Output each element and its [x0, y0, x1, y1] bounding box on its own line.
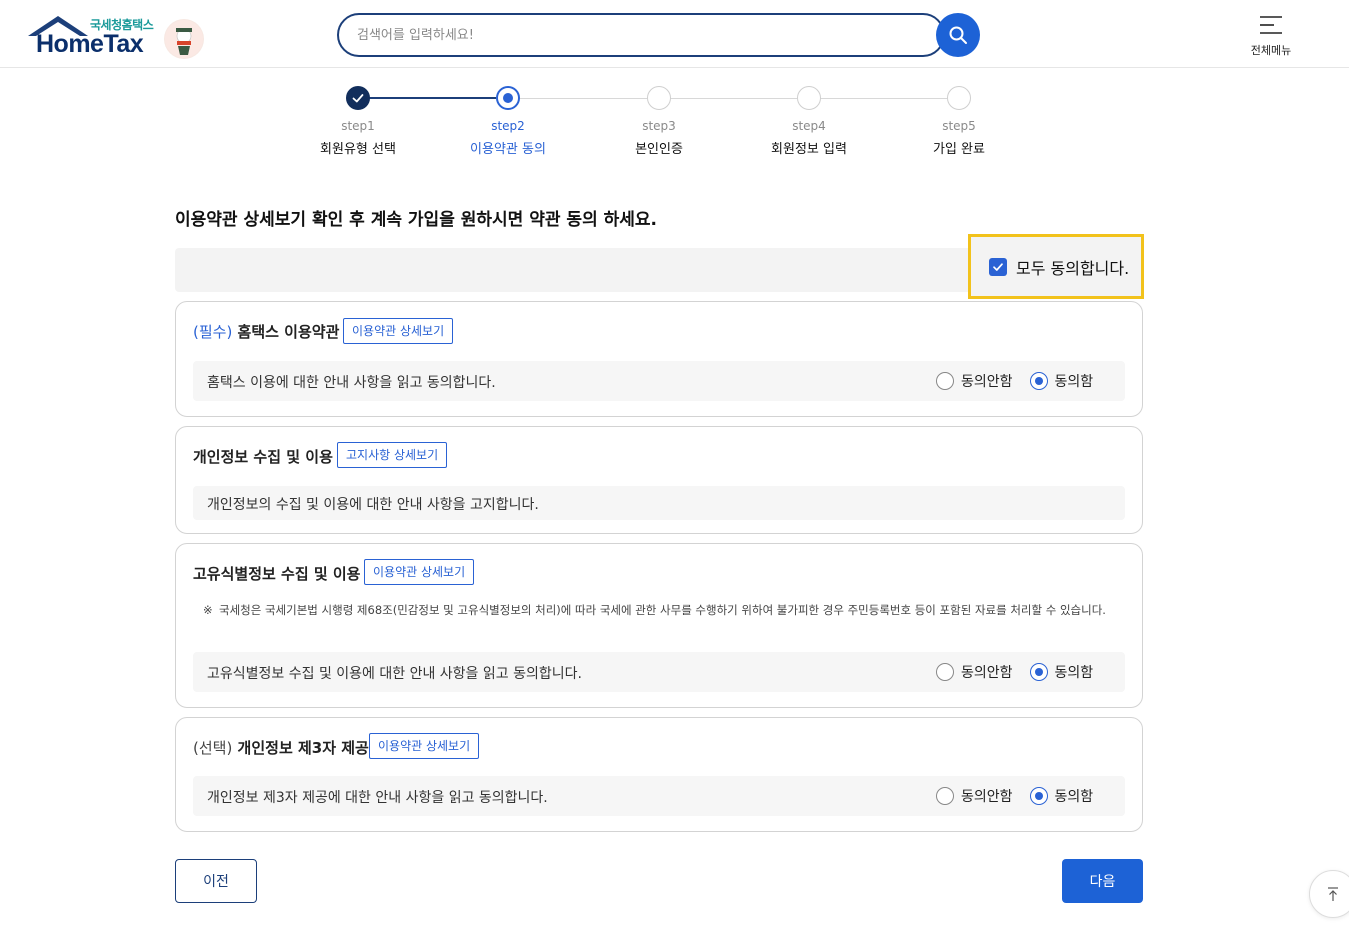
step1-node	[346, 86, 370, 110]
consent-text: 개인정보 제3자 제공에 대한 안내 사항을 읽고 동의합니다.	[207, 790, 548, 806]
card-title-text: 고유식별정보 수집 및 이용	[193, 565, 361, 583]
step-connector	[820, 98, 947, 99]
card-title: (필수) 홈택스 이용약관	[193, 321, 339, 342]
page-instruction: 이용약관 상세보기 확인 후 계속 가입을 원하시면 약관 동의 하세요.	[175, 210, 658, 230]
note-mark: ※	[203, 603, 213, 617]
radio-unselected-icon	[936, 372, 954, 390]
radio-selected-icon	[1029, 663, 1048, 681]
hometax-logo[interactable]: 국세청홈택스 HomeTax	[24, 14, 206, 62]
step3-number: step3	[642, 119, 676, 133]
terms-detail-button[interactable]: 이용약관 상세보기	[369, 733, 480, 759]
agree-label: 동의함	[1054, 665, 1094, 681]
step4-label: 회원정보 입력	[771, 142, 847, 157]
step-connector	[369, 97, 496, 99]
consent-row: 고유식별정보 수집 및 이용에 대한 안내 사항을 읽고 동의합니다. 동의안함…	[193, 652, 1125, 692]
step5-node	[947, 86, 971, 110]
radio-unselected-icon	[936, 663, 954, 681]
step3-node	[647, 86, 671, 110]
notice-row: 개인정보의 수집 및 이용에 대한 안내 사항을 고지합니다.	[193, 486, 1125, 520]
step5-label: 가입 완료	[933, 142, 985, 157]
consent-radio-group: 동의안함 동의함	[936, 786, 1093, 806]
notice-detail-button[interactable]: 고지사항 상세보기	[337, 442, 448, 468]
step2-node	[496, 86, 520, 110]
all-menu-label: 전체메뉴	[1250, 44, 1292, 57]
disagree-radio[interactable]: 동의안함	[936, 786, 1013, 806]
step1-number: step1	[341, 119, 375, 133]
card-title: 개인정보 수집 및 이용	[193, 446, 333, 467]
agree-radio[interactable]: 동의함	[1029, 371, 1094, 391]
logo-english-text: HomeTax	[36, 30, 144, 58]
disagree-label: 동의안함	[961, 374, 1013, 390]
agree-label: 동의함	[1054, 789, 1094, 805]
notice-text: 개인정보의 수집 및 이용에 대한 안내 사항을 고지합니다.	[207, 497, 539, 513]
next-button[interactable]: 다음	[1062, 859, 1143, 903]
step-connector	[519, 98, 647, 99]
required-tag: (필수)	[193, 323, 233, 341]
step5-number: step5	[942, 119, 976, 133]
card-title: 고유식별정보 수집 및 이용	[193, 563, 360, 584]
terms-card-hometax: (필수) 홈택스 이용약관 이용약관 상세보기 홈택스 이용에 대한 안내 사항…	[175, 301, 1143, 417]
prev-button[interactable]: 이전	[175, 859, 257, 903]
terms-card-privacy: 개인정보 수집 및 이용 고지사항 상세보기 개인정보의 수집 및 이용에 대한…	[175, 426, 1143, 534]
agree-label: 동의함	[1054, 374, 1094, 390]
scroll-top-button[interactable]	[1309, 870, 1349, 918]
card-title: (선택) 개인정보 제3자 제공	[193, 737, 369, 758]
agree-all-checkbox[interactable]: 모두 동의합니다.	[968, 234, 1144, 299]
search-button[interactable]	[936, 13, 980, 57]
consent-text: 고유식별정보 수집 및 이용에 대한 안내 사항을 읽고 동의합니다.	[207, 666, 582, 682]
consent-text: 홈택스 이용에 대한 안내 사항을 읽고 동의합니다.	[207, 375, 496, 391]
arrow-up-icon	[1328, 887, 1338, 901]
step1-label: 회원유형 선택	[320, 142, 396, 157]
consent-row: 개인정보 제3자 제공에 대한 안내 사항을 읽고 동의합니다. 동의안함 동의…	[193, 776, 1125, 816]
terms-card-unique-id: 고유식별정보 수집 및 이용 이용약관 상세보기 ※ 국세청은 국세기본법 시행…	[175, 543, 1143, 708]
radio-unselected-icon	[936, 787, 954, 805]
step4-node	[797, 86, 821, 110]
disagree-radio[interactable]: 동의안함	[936, 662, 1013, 682]
mascot-icon	[164, 19, 204, 59]
header: 국세청홈택스 HomeTax 전체메뉴	[0, 0, 1349, 68]
radio-selected-icon	[1029, 787, 1048, 805]
disagree-label: 동의안함	[961, 665, 1013, 681]
optional-tag: (선택)	[193, 739, 233, 757]
disagree-radio[interactable]: 동의안함	[936, 371, 1013, 391]
checkmark-icon	[352, 94, 364, 103]
legal-note: ※ 국세청은 국세기본법 시행령 제68조(민감정보 및 고유식별정보의 처리)…	[203, 602, 1123, 618]
terms-card-third-party: (선택) 개인정보 제3자 제공 이용약관 상세보기 개인정보 제3자 제공에 …	[175, 717, 1143, 832]
terms-detail-button[interactable]: 이용약관 상세보기	[343, 318, 454, 344]
terms-detail-button[interactable]: 이용약관 상세보기	[364, 559, 475, 585]
card-title-text: 개인정보 수집 및 이용	[193, 448, 333, 466]
step2-number: step2	[491, 119, 525, 133]
step2-label: 이용약관 동의	[470, 142, 546, 157]
checkbox-checked-icon	[989, 257, 1007, 276]
agree-radio[interactable]: 동의함	[1029, 662, 1094, 682]
consent-radio-group: 동의안함 동의함	[936, 662, 1093, 682]
note-text: 국세청은 국세기본법 시행령 제68조(민감정보 및 고유식별정보의 처리)에 …	[219, 603, 1106, 617]
all-menu-button[interactable]: 전체메뉴	[1240, 12, 1302, 60]
search-input[interactable]	[339, 15, 899, 55]
hamburger-icon	[1260, 16, 1282, 34]
agree-all-label: 모두 동의합니다.	[1016, 258, 1130, 278]
consent-row: 홈택스 이용에 대한 안내 사항을 읽고 동의합니다. 동의안함 동의함	[193, 361, 1125, 401]
consent-radio-group: 동의안함 동의함	[936, 371, 1093, 391]
search-icon	[949, 26, 967, 44]
agree-radio[interactable]: 동의함	[1029, 786, 1094, 806]
step3-label: 본인인증	[635, 142, 683, 157]
radio-selected-icon	[1029, 372, 1048, 390]
disagree-label: 동의안함	[961, 789, 1013, 805]
search-box	[337, 13, 945, 57]
step4-number: step4	[792, 119, 826, 133]
card-title-text: 개인정보 제3자 제공	[237, 739, 369, 757]
step-connector	[670, 98, 797, 99]
card-title-text: 홈택스 이용약관	[237, 323, 340, 341]
